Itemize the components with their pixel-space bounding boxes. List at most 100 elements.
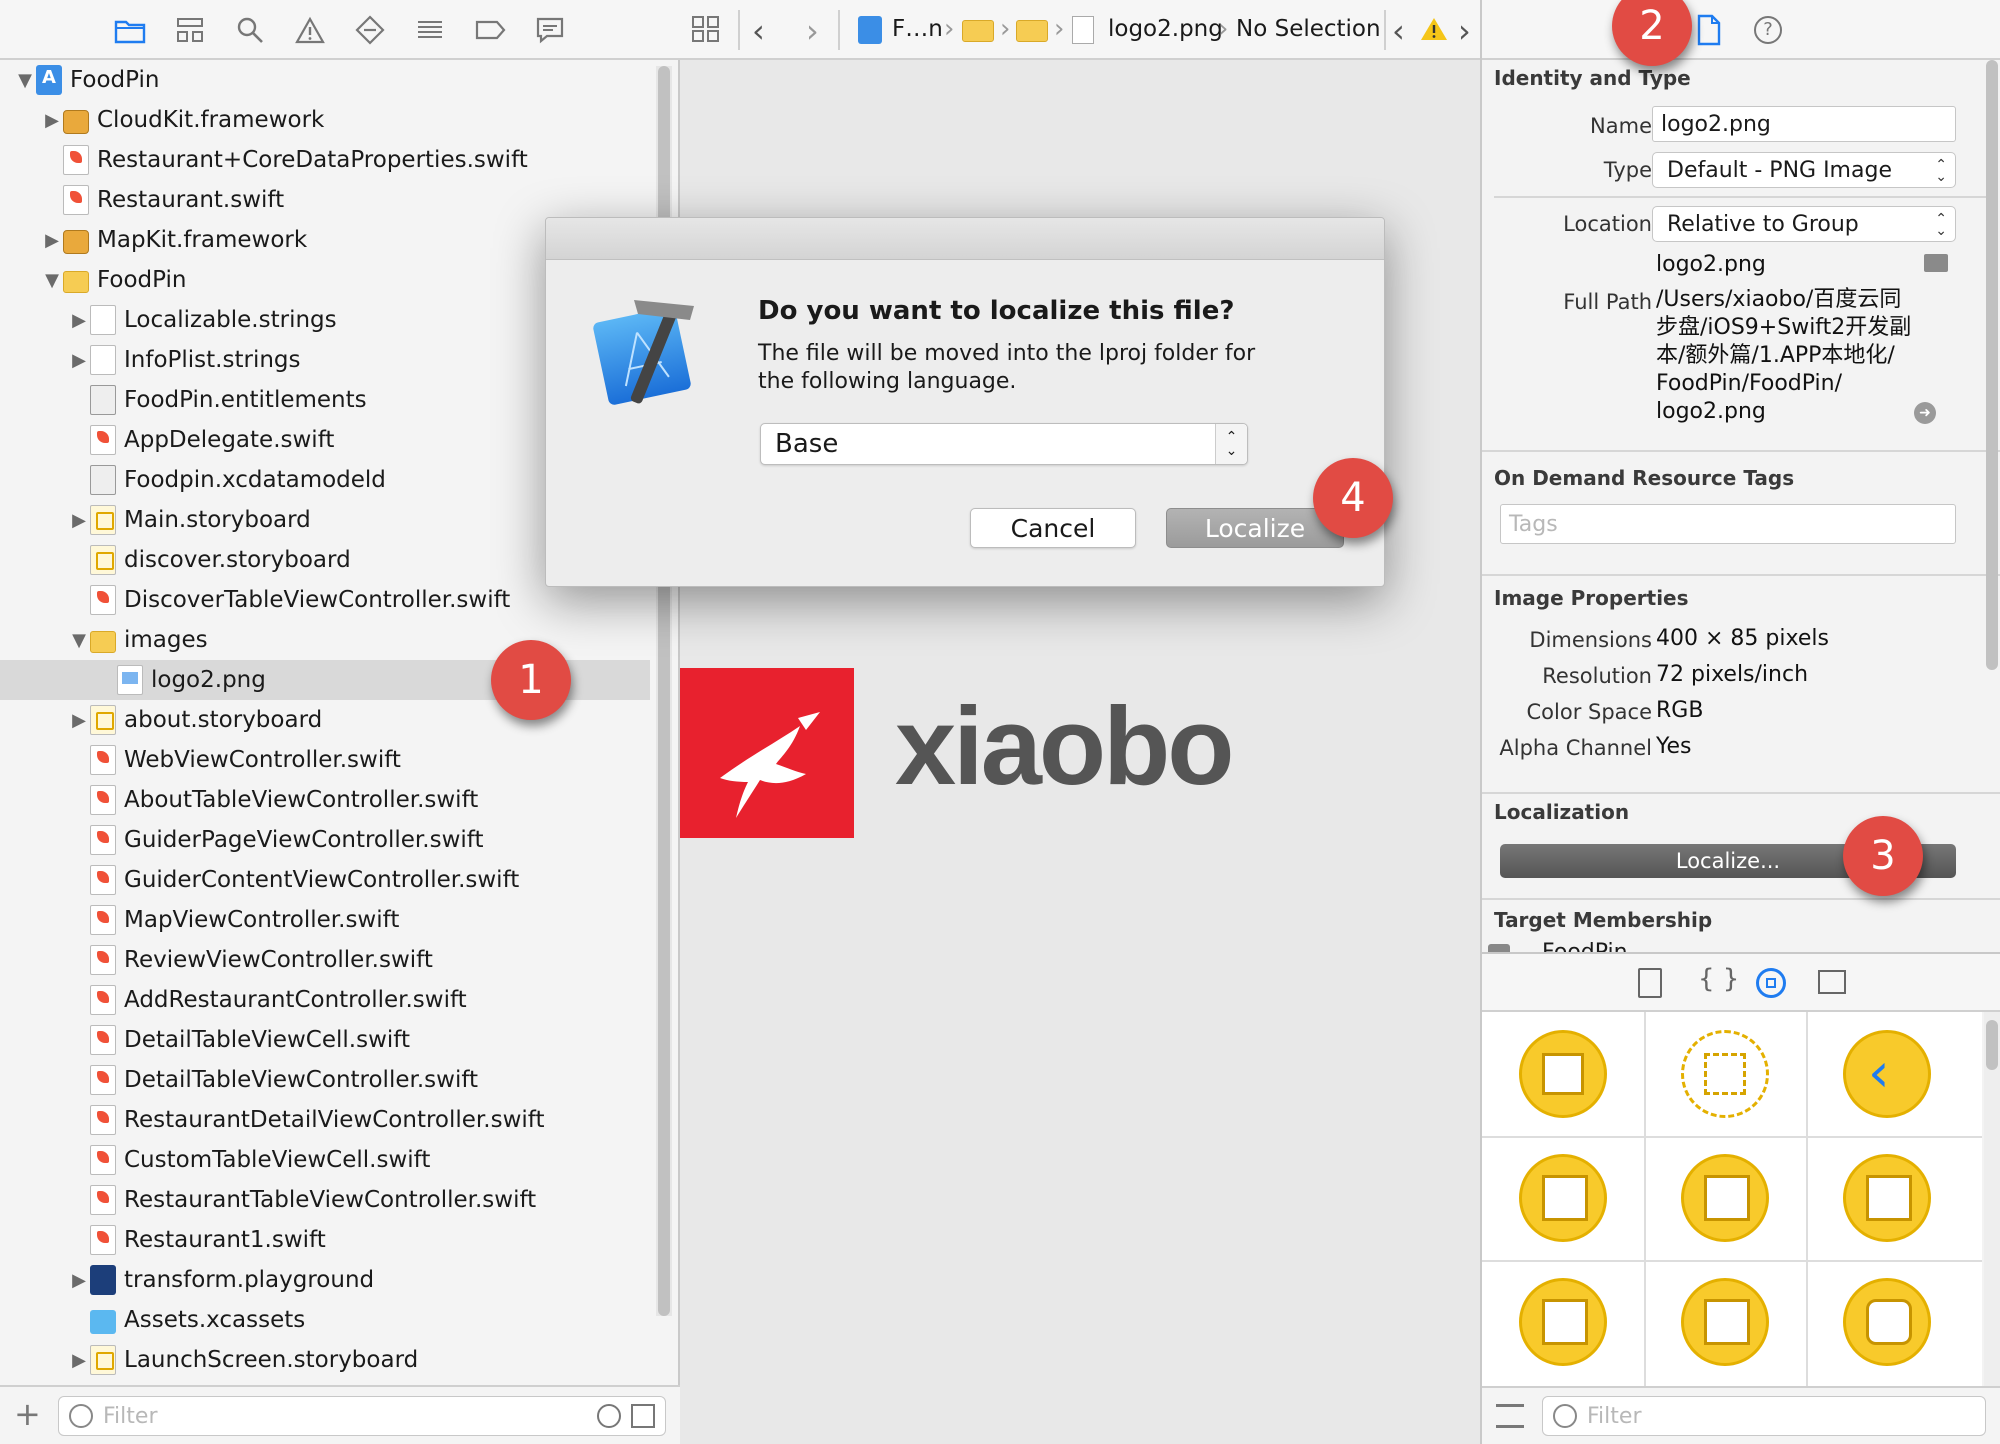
crumb-file[interactable]: logo2.png	[1108, 16, 1223, 42]
tree-row[interactable]: MapViewController.swift	[0, 900, 650, 940]
play-file-icon	[90, 1265, 116, 1295]
warning-icon[interactable]	[1420, 16, 1448, 42]
target-checkbox[interactable]	[1488, 944, 1510, 952]
disclosure-expanded-icon[interactable]: ▼	[14, 69, 36, 91]
folder-crumb-icon[interactable]	[1016, 20, 1048, 42]
page-view-controller-object-icon[interactable]	[1681, 1278, 1769, 1366]
warning-icon[interactable]	[292, 12, 328, 48]
tree-row[interactable]: DetailTableViewCell.swift	[0, 1020, 650, 1060]
reveal-in-finder-icon[interactable]: ➜	[1914, 402, 1936, 424]
name-label: Name	[1590, 114, 1652, 138]
test-diamond-icon[interactable]	[352, 12, 388, 48]
tree-row[interactable]: RestaurantDetailViewController.swift	[0, 1100, 650, 1140]
inspector-scrollbar-thumb[interactable]	[1986, 60, 1998, 670]
tree-row[interactable]: Restaurant+CoreDataProperties.swift	[0, 140, 650, 180]
library-filter-bar: Filter	[1482, 1386, 2000, 1444]
type-label: Type	[1603, 158, 1652, 182]
disclosure-collapsed-icon[interactable]: ▶	[68, 309, 90, 331]
object-library-icon[interactable]	[1756, 968, 1786, 998]
related-items-grid-icon[interactable]	[690, 14, 724, 46]
glkit-view-controller-object-icon[interactable]	[1843, 1278, 1931, 1366]
tree-row[interactable]: Restaurant1.swift	[0, 1220, 650, 1260]
divider	[1482, 792, 2000, 794]
list-view-toggle-icon[interactable]	[1496, 1404, 1524, 1428]
navigation-controller-object-icon[interactable]: ‹	[1843, 1030, 1931, 1118]
file-inspector-icon[interactable]	[1696, 14, 1722, 46]
tree-row[interactable]: DetailTableViewController.swift	[0, 1060, 650, 1100]
tree-row[interactable]: AboutTableViewController.swift	[0, 780, 650, 820]
disclosure-expanded-icon[interactable]: ▼	[41, 269, 63, 291]
tree-row[interactable]: WebViewController.swift	[0, 740, 650, 780]
tree-row[interactable]: ▶ transform.playground	[0, 1260, 650, 1300]
disclosure-collapsed-icon[interactable]: ▶	[41, 229, 63, 251]
tree-row[interactable]: AddRestaurantController.swift	[0, 980, 650, 1020]
tree-row[interactable]: CustomTableViewCell.swift	[0, 1140, 650, 1180]
file-template-library-icon[interactable]	[1638, 968, 1662, 998]
source-control-filter-icon[interactable]	[631, 1404, 655, 1428]
tree-row[interactable]: RestaurantTableViewController.swift	[0, 1180, 650, 1220]
quick-help-icon[interactable]: ?	[1754, 16, 1782, 44]
disclosure-collapsed-icon[interactable]: ▶	[68, 709, 90, 731]
language-popup[interactable]: Base ⌃ ⌄	[760, 423, 1248, 465]
media-library-icon[interactable]	[1818, 970, 1846, 994]
hierarchy-icon[interactable]	[172, 12, 208, 48]
tree-row-label: images	[124, 627, 208, 653]
tree-row[interactable]: ▶ LaunchScreen.storyboard	[0, 1340, 650, 1380]
tree-row[interactable]: Assets.xcassets	[0, 1300, 650, 1340]
disclosure-expanded-icon[interactable]: ▼	[68, 629, 90, 651]
split-view-controller-object-icon[interactable]	[1519, 1278, 1607, 1366]
recent-files-clock-icon[interactable]	[597, 1404, 621, 1428]
list-icon[interactable]	[412, 12, 448, 48]
folder-crumb-icon[interactable]	[962, 20, 994, 42]
choose-folder-icon[interactable]	[1924, 254, 1948, 272]
disclosure-collapsed-icon[interactable]: ▶	[68, 349, 90, 371]
tree-row[interactable]: ▶ CloudKit.framework	[0, 100, 650, 140]
swift-file-icon	[90, 985, 116, 1015]
comment-icon[interactable]	[532, 12, 568, 48]
tree-row[interactable]: Restaurant.swift	[0, 180, 650, 220]
disclosure-collapsed-icon[interactable]: ▶	[68, 1269, 90, 1291]
type-popup[interactable]: Default - PNG Image ⌃ ⌄	[1652, 152, 1956, 188]
crumb-project[interactable]: F…n	[892, 16, 943, 42]
location-popup[interactable]: Relative to Group ⌃ ⌄	[1652, 206, 1956, 242]
disclosure-collapsed-icon[interactable]: ▶	[68, 509, 90, 531]
name-field[interactable]: logo2.png	[1652, 106, 1956, 142]
next-issue-icon[interactable]: ›	[1458, 12, 1471, 50]
disclosure-collapsed-icon[interactable]: ▶	[41, 109, 63, 131]
tree-row-label: Restaurant1.swift	[124, 1227, 326, 1253]
back-icon[interactable]: ‹	[752, 12, 765, 50]
tab-bar-controller-object-icon[interactable]	[1843, 1154, 1931, 1242]
add-icon[interactable]: +	[14, 1398, 41, 1430]
tree-row[interactable]: GuiderPageViewController.swift	[0, 820, 650, 860]
folder-icon[interactable]	[112, 12, 148, 48]
tree-row[interactable]: ReviewViewController.swift	[0, 940, 650, 980]
tags-field[interactable]: Tags	[1500, 504, 1956, 544]
tree-row-label: GuiderPageViewController.swift	[124, 827, 484, 853]
tree-row[interactable]: ▼ FoodPin	[0, 60, 650, 100]
tree-row[interactable]: GuiderContentViewController.swift	[0, 860, 650, 900]
swift-file-icon	[90, 745, 116, 775]
previous-issue-icon[interactable]: ‹	[1392, 12, 1405, 50]
storyboard-reference-object-icon[interactable]	[1681, 1030, 1769, 1118]
table-view-controller-object-icon[interactable]	[1519, 1154, 1607, 1242]
cancel-button[interactable]: Cancel	[970, 508, 1136, 548]
tree-row-label: FoodPin.entitlements	[124, 387, 367, 413]
code-snippet-library-icon[interactable]: { }	[1698, 964, 1739, 994]
view-controller-object-icon[interactable]	[1519, 1030, 1607, 1118]
tree-row-label: AddRestaurantController.swift	[124, 987, 467, 1013]
identity-section-title: Identity and Type	[1494, 66, 1691, 90]
disclosure-collapsed-icon[interactable]: ▶	[68, 1349, 90, 1371]
forward-icon[interactable]: ›	[806, 12, 819, 50]
tool-file-icon	[63, 110, 89, 134]
navigator-filter-input[interactable]: Filter	[58, 1396, 666, 1436]
crumb-selection[interactable]: No Selection	[1236, 16, 1381, 42]
search-icon[interactable]	[232, 12, 268, 48]
library-filter-input[interactable]: Filter	[1542, 1396, 1986, 1436]
library-scrollbar-thumb[interactable]	[1986, 1020, 1998, 1070]
collection-view-controller-object-icon[interactable]	[1681, 1154, 1769, 1242]
breakpoint-icon[interactable]	[472, 12, 508, 48]
